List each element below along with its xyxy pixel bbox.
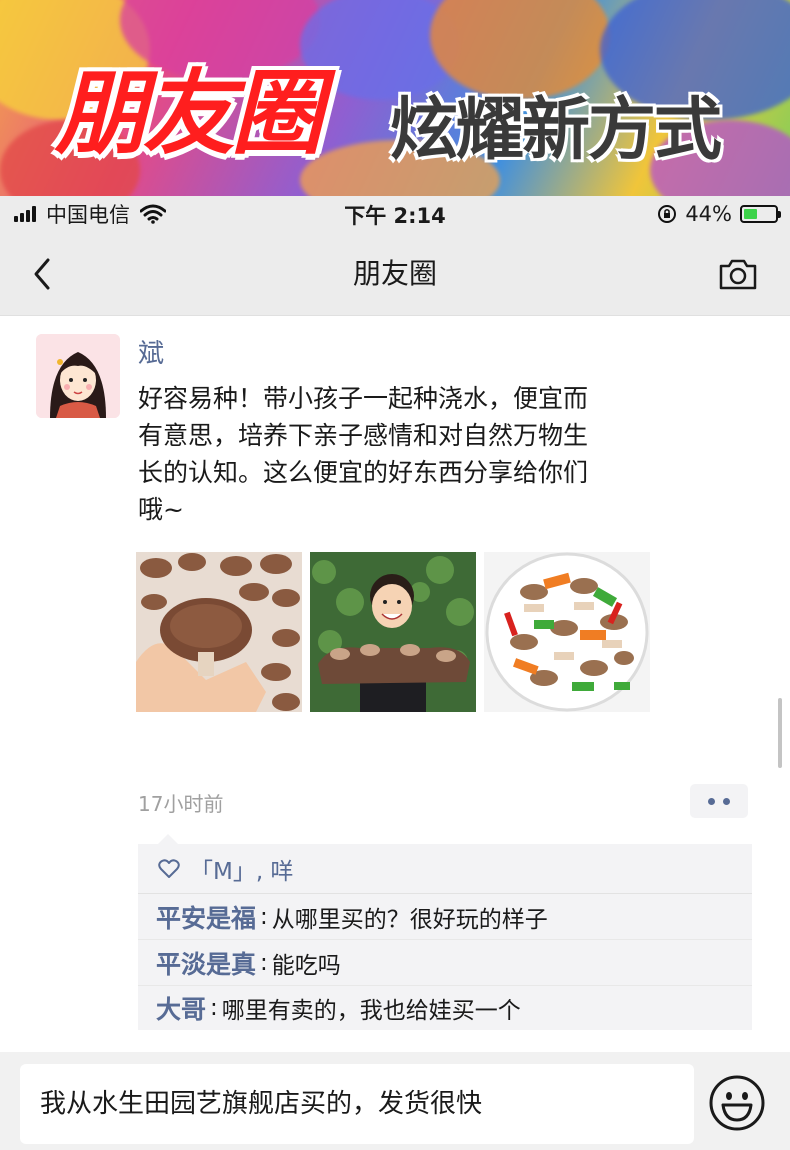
author-name[interactable]: 斌 xyxy=(138,336,164,372)
smiley-icon[interactable] xyxy=(708,1074,766,1132)
photo-mushrooms-in-hand[interactable] xyxy=(136,552,302,712)
comment-separator: : xyxy=(210,995,218,1021)
status-bar: 中国电信 下午 2:14 44% xyxy=(0,196,790,232)
commenter-name[interactable]: 平安是福 xyxy=(156,899,256,935)
banner-subtitle: 炫耀新方式 xyxy=(390,91,722,170)
avatar[interactable] xyxy=(36,334,120,418)
comment-text: 从哪里买的？很好玩的样子 xyxy=(271,906,548,933)
scrollbar[interactable] xyxy=(778,698,782,768)
orientation-lock-icon xyxy=(658,205,677,223)
moment-post: 斌 好容易种！带小孩子一起种浇水，便宜而有意思，培养下亲子感情和对自然万物生长的… xyxy=(0,316,790,1052)
commenter-name[interactable]: 平淡是真 xyxy=(156,945,256,981)
battery-percent: 44% xyxy=(685,202,732,226)
likes-names[interactable]: 「M」, 咩 xyxy=(190,852,293,886)
likes-row: 「M」, 咩 xyxy=(138,844,752,894)
photo-grid xyxy=(136,552,650,712)
post-timestamp: 17小时前 xyxy=(138,792,224,816)
comment-separator: : xyxy=(260,949,268,976)
comment-input[interactable]: 我从水生田园艺旗舰店买的，发货很快 xyxy=(20,1064,694,1144)
battery-icon xyxy=(740,205,781,223)
heart-icon xyxy=(158,858,180,878)
photo-child-with-mushroom-log[interactable] xyxy=(310,552,476,712)
comment-item[interactable]: 大哥 : 哪里有卖的，我也给娃买一个 xyxy=(138,986,752,1030)
comment-item[interactable]: 平淡是真 : 能吃吗 xyxy=(138,940,752,986)
photo-stir-fried-mushrooms[interactable] xyxy=(484,552,650,712)
comment-item[interactable]: 平安是福 : 从哪里买的？很好玩的样子 xyxy=(138,894,752,940)
comments-panel: 「M」, 咩 平安是福 : 从哪里买的？很好玩的样子 平淡是真 : 能吃吗 大哥… xyxy=(138,834,752,1030)
commenter-name[interactable]: 大哥 xyxy=(156,990,206,1026)
comment-input-bar: 我从水生田园艺旗舰店买的，发货很快 xyxy=(0,1052,790,1150)
page-title: 朋友圈 xyxy=(352,257,437,290)
comment-text: 能吃吗 xyxy=(271,952,341,979)
promo-banner: 朋友圈 炫耀新方式 xyxy=(0,0,790,196)
comment-text: 哪里有卖的，我也给娃买一个 xyxy=(221,998,521,1024)
banner-title: 朋友圈 xyxy=(55,60,323,167)
post-text: 好容易种！带小孩子一起种浇水，便宜而有意思，培养下亲子感情和对自然万物生长的认知… xyxy=(138,384,589,524)
comment-separator: : xyxy=(260,903,268,930)
nav-bar: 朋友圈 xyxy=(0,232,790,316)
camera-icon[interactable] xyxy=(718,256,758,292)
more-actions-button[interactable] xyxy=(690,784,748,818)
